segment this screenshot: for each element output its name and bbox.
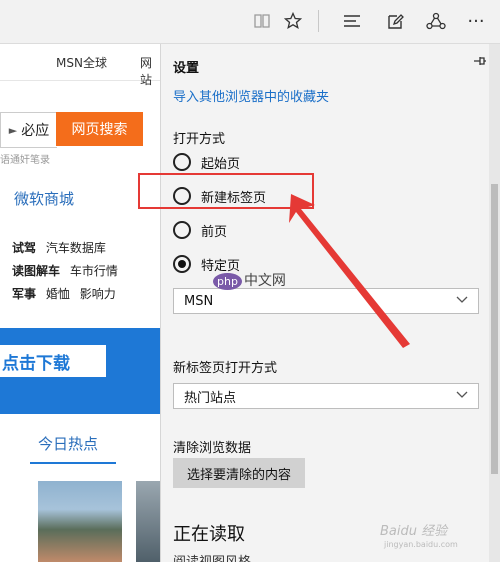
reading-view-style-label: 阅读视图风格 [173,551,251,562]
new-tab-select[interactable]: 热门站点 [173,383,479,409]
bing-search-engine-button[interactable]: ► 必应 [0,112,57,148]
toolbar-separator [318,10,319,32]
favorite-star-icon[interactable] [281,8,305,34]
baidu-jingyan-watermark: Baidu 经验 [380,524,448,539]
link-row-2: 读图解车 车市行情 [12,262,118,279]
hub-icon[interactable] [340,8,364,34]
hot-tab-underline [30,462,116,464]
settings-title: 设置 [173,61,200,76]
annotation-highlight-box [138,173,314,209]
clear-browsing-data-label: 清除浏览数据 [173,441,252,456]
click-download-button[interactable]: 点击下载 [0,345,106,377]
search-hint-text: 语通奸笔录 [0,155,50,166]
chevron-down-icon [456,389,468,402]
settings-scrollbar[interactable] [489,44,500,562]
share-icon[interactable] [424,8,448,34]
web-note-icon[interactable] [383,8,407,34]
radio-label: 起始页 [201,156,241,172]
link-test-drive[interactable]: 试驾 [12,241,36,255]
choose-what-to-clear-button[interactable]: 选择要清除的内容 [173,458,305,488]
radio-previous-page[interactable]: 前页 [173,220,227,240]
link-row-1: 试驾 汽车数据库 [12,239,106,256]
chevron-down-icon [456,294,468,307]
radio-circle [173,221,191,239]
nav-link-msn-global[interactable]: MSN全球 [56,54,107,71]
link-car-database[interactable]: 汽车数据库 [46,241,106,255]
new-tab-open-label: 新标签页打开方式 [173,361,278,376]
download-banner: 点击下载 [0,328,162,414]
pin-icon[interactable] [473,55,487,71]
radio-label: 前页 [201,224,228,240]
select-value: MSN [184,293,214,309]
radio-circle-selected [173,255,191,273]
radio-circle [173,153,191,171]
link-car-market[interactable]: 车市行情 [70,264,118,278]
reading-section-title: 正在读取 [173,524,245,545]
settings-panel: 设置 导入其他浏览器中的收藏夹 打开方式 起始页 新建标签页 前页 特定页 MS… [160,44,500,562]
tab-today-hot[interactable]: 今日热点 [38,433,98,454]
reading-view-icon[interactable] [250,8,274,34]
php-cn-text: 中文网 [243,273,286,289]
link-military[interactable]: 军事 [12,287,36,301]
link-row-3: 军事 婚恤 影响力 [12,285,116,302]
link-car-pictures[interactable]: 读图解车 [12,264,60,278]
scrollbar-thumb[interactable] [491,184,498,474]
nav-link-websites[interactable]: 网站 [140,54,162,88]
select-value: 热门站点 [184,390,237,406]
baidu-jingyan-url: jingyan.baidu.com [384,540,458,549]
radio-start-page[interactable]: 起始页 [173,152,240,172]
link-influence[interactable]: 影响力 [80,287,116,301]
php-logo: php [213,273,242,290]
web-search-button[interactable]: 网页搜索 [56,112,143,146]
specific-page-select[interactable]: MSN [173,288,479,314]
bing-logo-icon: ► [8,123,18,137]
php-cn-watermark: php 中文网 [213,270,286,290]
msn-web-page: MSN全球 网站 ► 必应 网页搜索 语通奸笔录 微软商城 试驾 汽车数据库 读… [0,44,162,562]
news-photo[interactable] [38,481,122,562]
browser-toolbar: ··· [0,0,500,44]
link-marriage[interactable]: 婚恤 [46,287,70,301]
microsoft-store-link[interactable]: 微软商城 [14,188,74,209]
news-photo-secondary[interactable] [136,481,162,562]
import-favorites-link[interactable]: 导入其他浏览器中的收藏夹 [173,86,329,105]
more-icon[interactable]: ··· [462,8,490,34]
bing-label: 必应 [21,123,50,139]
open-with-label: 打开方式 [173,132,226,147]
page-top-nav: MSN全球 网站 [0,44,162,87]
